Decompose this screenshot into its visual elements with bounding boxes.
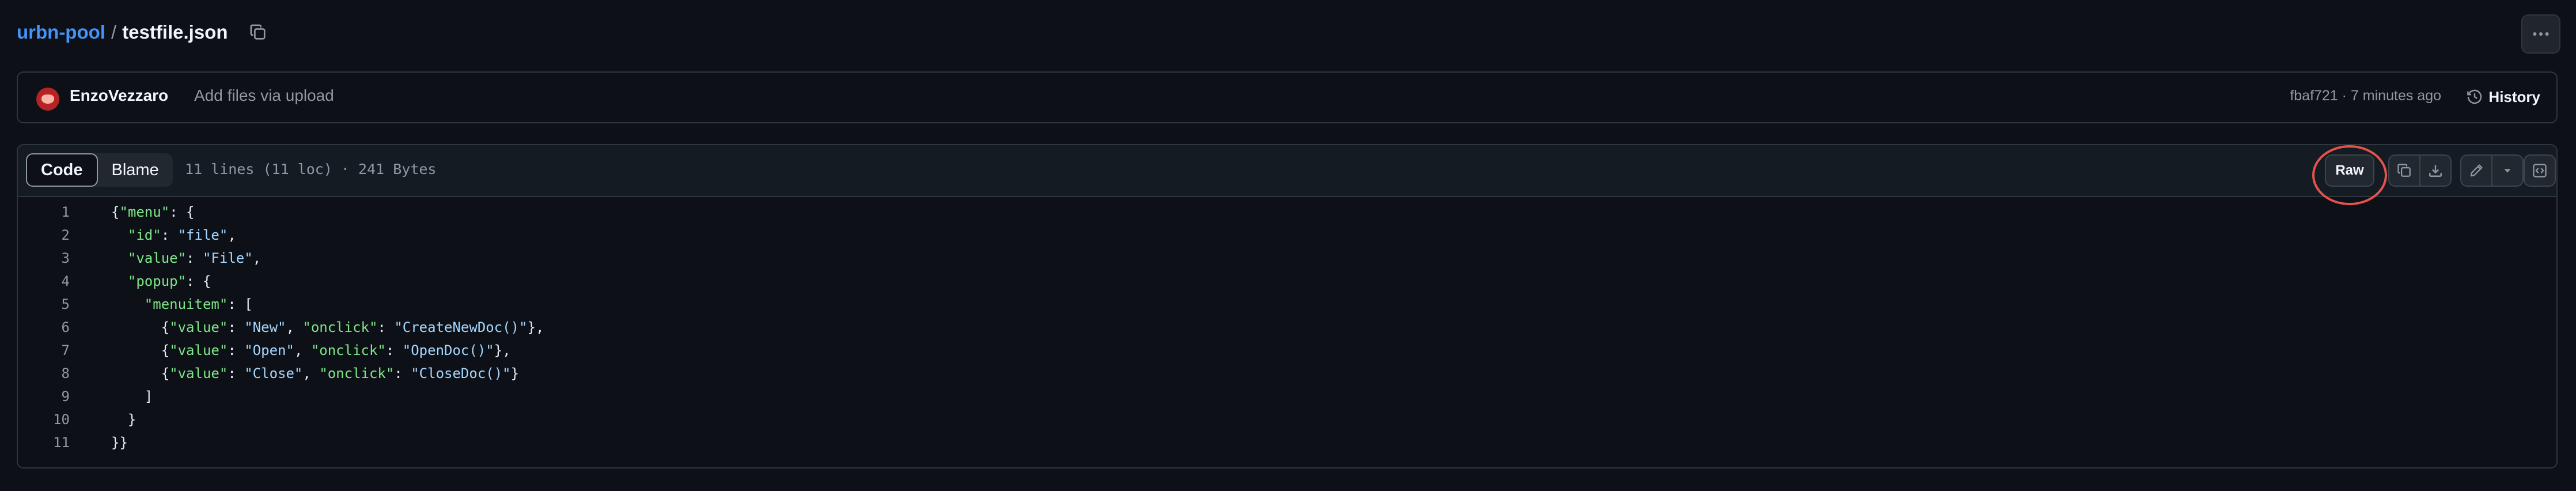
download-raw-button[interactable] [2419, 156, 2450, 186]
code-line: 8 {"value": "Close", "onclick": "CloseDo… [18, 362, 2556, 385]
line-number[interactable]: 5 [18, 296, 70, 312]
line-number[interactable]: 7 [18, 342, 70, 358]
code-line: 9 ] [18, 385, 2556, 408]
code-line: 3 "value": "File", [18, 247, 2556, 270]
tab-code[interactable]: Code [26, 153, 98, 187]
copy-icon [250, 24, 266, 40]
view-mode-toggle: Code Blame [26, 153, 173, 187]
code-line: 1 {"menu": { [18, 201, 2556, 224]
clock-icon [2467, 89, 2482, 104]
copy-path-button[interactable] [247, 21, 270, 44]
line-number[interactable]: 6 [18, 319, 70, 335]
file-viewer-header: Code Blame 11 lines (11 loc) · 241 Bytes… [18, 145, 2556, 205]
commit-message-link[interactable]: Add files via upload [194, 86, 334, 105]
line-number[interactable]: 9 [18, 388, 70, 405]
history-button[interactable]: History [2467, 85, 2540, 108]
edit-file-button[interactable] [2461, 156, 2491, 186]
breadcrumb-separator: / [111, 21, 117, 43]
history-label: History [2488, 88, 2540, 105]
breadcrumb-file-name: testfile.json [122, 21, 228, 43]
caret-down-icon [2504, 169, 2511, 173]
code-line: 6 {"value": "New", "onclick": "CreateNew… [18, 316, 2556, 339]
line-number[interactable]: 10 [18, 411, 70, 428]
code-square-icon [2533, 164, 2547, 177]
commit-author-link[interactable]: EnzoVezzaro [70, 86, 168, 105]
code-line: 7 {"value": "Open", "onclick": "OpenDoc(… [18, 339, 2556, 362]
latest-commit-box: EnzoVezzaro Add files via upload fbaf721… [17, 71, 2558, 123]
copy-raw-button[interactable] [2389, 156, 2419, 186]
symbols-panel-button[interactable] [2524, 154, 2556, 187]
file-info: 11 lines (11 loc) · 241 Bytes [185, 161, 437, 177]
pencil-icon [2470, 164, 2483, 177]
commit-hash-and-time[interactable]: fbaf721 · 7 minutes ago [2290, 88, 2441, 104]
line-number[interactable]: 2 [18, 227, 70, 243]
code-line: 5 "menuitem": [ [18, 293, 2556, 316]
code-line: 4 "popup": { [18, 270, 2556, 293]
code-line: 2 "id": "file", [18, 224, 2556, 247]
breadcrumb-repo-link[interactable]: urbn-pool [17, 21, 105, 43]
code-line: 10 } [18, 408, 2556, 431]
more-options-button[interactable] [2521, 14, 2560, 54]
line-number[interactable]: 8 [18, 365, 70, 382]
line-number[interactable]: 11 [18, 435, 70, 451]
kebab-icon [2533, 32, 2549, 36]
tab-blame[interactable]: Blame [98, 153, 173, 187]
edit-group [2460, 154, 2524, 187]
copy-icon [2397, 164, 2411, 177]
breadcrumb: urbn-pool / testfile.json [17, 18, 270, 46]
avatar[interactable] [36, 88, 59, 111]
file-viewer: Code Blame 11 lines (11 loc) · 241 Bytes… [17, 144, 2558, 469]
download-icon [2429, 165, 2442, 177]
code-line: 11 }} [18, 431, 2556, 454]
line-number[interactable]: 3 [18, 250, 70, 266]
line-number[interactable]: 1 [18, 204, 70, 220]
line-number[interactable]: 4 [18, 273, 70, 289]
edit-options-dropdown[interactable] [2491, 156, 2522, 186]
copy-download-group [2388, 154, 2452, 187]
raw-button[interactable]: Raw [2325, 154, 2374, 187]
code-view: 1 {"menu": { 2 "id": "file", 3 "value": … [18, 201, 2556, 454]
